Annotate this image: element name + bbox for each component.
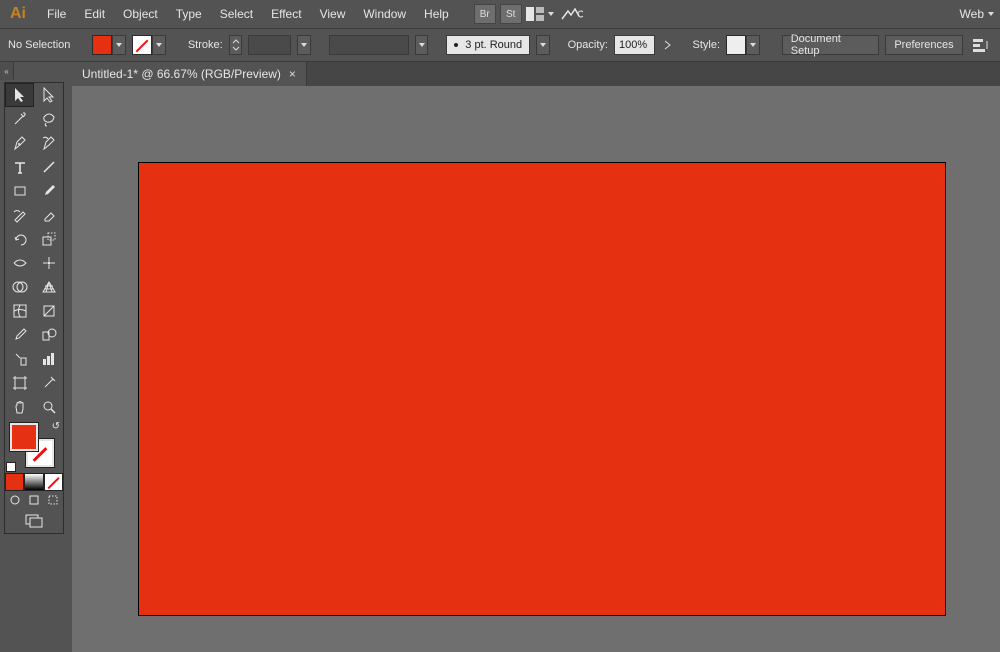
width-tool[interactable] [5, 251, 34, 275]
perspective-grid-tool[interactable] [34, 275, 63, 299]
stroke-weight-field[interactable] [248, 35, 291, 55]
menu-type[interactable]: Type [167, 0, 211, 28]
preferences-button[interactable]: Preferences [885, 35, 962, 55]
symbol-sprayer-tool[interactable] [5, 347, 34, 371]
canvas-area[interactable] [72, 86, 1000, 652]
color-mode-row [5, 473, 63, 491]
workspace-label: Web [960, 7, 984, 21]
app-logo-icon: Ai [8, 4, 28, 24]
rotate-tool[interactable] [5, 227, 34, 251]
fill-swatch-icon [92, 35, 112, 55]
draw-inside-icon[interactable] [44, 491, 63, 509]
color-mode-gradient[interactable] [24, 473, 43, 491]
hand-tool[interactable] [5, 395, 34, 419]
opacity-label: Opacity: [568, 39, 608, 51]
draw-mode-row [5, 491, 63, 509]
menu-object[interactable]: Object [114, 0, 167, 28]
artboard-tool[interactable] [5, 371, 34, 395]
magic-wand-tool[interactable] [5, 107, 34, 131]
document-tab-strip: Untitled-1* @ 66.67% (RGB/Preview) × [72, 62, 1000, 86]
document-tab-title: Untitled-1* @ 66.67% (RGB/Preview) [82, 67, 281, 81]
menu-file[interactable]: File [38, 0, 75, 28]
direct-selection-tool[interactable] [34, 83, 63, 107]
zoom-tool[interactable] [34, 395, 63, 419]
stock-button[interactable]: St [500, 4, 522, 24]
stroke-swatch-icon [132, 35, 152, 55]
chevron-down-icon [112, 35, 126, 55]
curvature-tool[interactable] [34, 131, 63, 155]
blend-tool[interactable] [34, 323, 63, 347]
chevron-down-icon [152, 35, 166, 55]
slice-tool[interactable] [34, 371, 63, 395]
shape-builder-tool[interactable] [5, 275, 34, 299]
eraser-tool[interactable] [34, 203, 63, 227]
eyedropper-tool[interactable] [5, 323, 34, 347]
variable-width-profile[interactable]: 3 pt. Round [446, 35, 530, 55]
line-segment-tool[interactable] [34, 155, 63, 179]
color-mode-none[interactable] [44, 473, 63, 491]
stroke-weight-step[interactable] [229, 35, 243, 55]
chevron-down-icon [746, 35, 760, 55]
menubar: Ai File Edit Object Type Select Effect V… [0, 0, 1000, 28]
stroke-color-dropdown[interactable] [132, 35, 166, 55]
paintbrush-tool[interactable] [34, 179, 63, 203]
swap-fill-stroke-icon[interactable]: ↺ [52, 421, 60, 432]
brush-definition-dd[interactable] [415, 35, 429, 55]
menu-edit[interactable]: Edit [75, 0, 114, 28]
fill-stroke-control[interactable]: ↺ [5, 419, 63, 473]
type-tool[interactable] [5, 155, 34, 179]
screen-mode-button[interactable] [5, 509, 63, 533]
rectangle-tool[interactable] [5, 179, 34, 203]
style-swatch-icon [726, 35, 746, 55]
gradient-tool[interactable] [34, 299, 63, 323]
stroke-profile-value: 3 pt. Round [465, 39, 522, 51]
align-flyout-icon[interactable] [969, 35, 992, 55]
document-tab[interactable]: Untitled-1* @ 66.67% (RGB/Preview) × [72, 62, 307, 86]
free-transform-tool[interactable] [34, 251, 63, 275]
menu-effect[interactable]: Effect [262, 0, 310, 28]
brush-definition-field[interactable] [329, 35, 409, 55]
menu-help[interactable]: Help [415, 0, 458, 28]
options-bar: No Selection Stroke: 3 pt. Round Opacity… [0, 28, 1000, 62]
workspace-switcher[interactable]: Web [960, 7, 1000, 21]
graphic-style-dropdown[interactable] [726, 35, 760, 55]
shaper-tool[interactable] [5, 203, 34, 227]
style-label: Style: [693, 39, 721, 51]
fill-color-dropdown[interactable] [92, 35, 126, 55]
draw-behind-icon[interactable] [24, 491, 43, 509]
variable-width-dd[interactable] [536, 35, 550, 55]
tools-panel: ↺ [4, 82, 64, 534]
lasso-tool[interactable] [34, 107, 63, 131]
document-setup-button[interactable]: Document Setup [782, 35, 880, 55]
menu-select[interactable]: Select [211, 0, 262, 28]
column-graph-tool[interactable] [34, 347, 63, 371]
fill-color-box[interactable] [10, 423, 38, 451]
selection-tool[interactable] [5, 83, 34, 107]
color-mode-solid[interactable] [5, 473, 24, 491]
opacity-more-icon[interactable] [661, 35, 675, 55]
artboard[interactable] [138, 162, 946, 616]
menu-view[interactable]: View [311, 0, 355, 28]
stroke-weight-dd[interactable] [297, 35, 311, 55]
stroke-label: Stroke: [188, 39, 223, 51]
gpu-performance-button[interactable] [558, 4, 586, 24]
pen-tool[interactable] [5, 131, 34, 155]
panel-collapse-handle[interactable]: « [0, 62, 14, 80]
menu-window[interactable]: Window [354, 0, 415, 28]
mesh-tool[interactable] [5, 299, 34, 323]
bridge-button[interactable]: Br [474, 4, 496, 24]
opacity-field[interactable]: 100% [614, 35, 655, 55]
default-fill-stroke-icon[interactable] [6, 462, 16, 472]
draw-normal-icon[interactable] [5, 491, 24, 509]
selection-state-label: No Selection [8, 39, 70, 51]
scale-tool[interactable] [34, 227, 63, 251]
close-tab-icon[interactable]: × [289, 67, 296, 81]
arrange-documents-button[interactable] [526, 4, 554, 24]
